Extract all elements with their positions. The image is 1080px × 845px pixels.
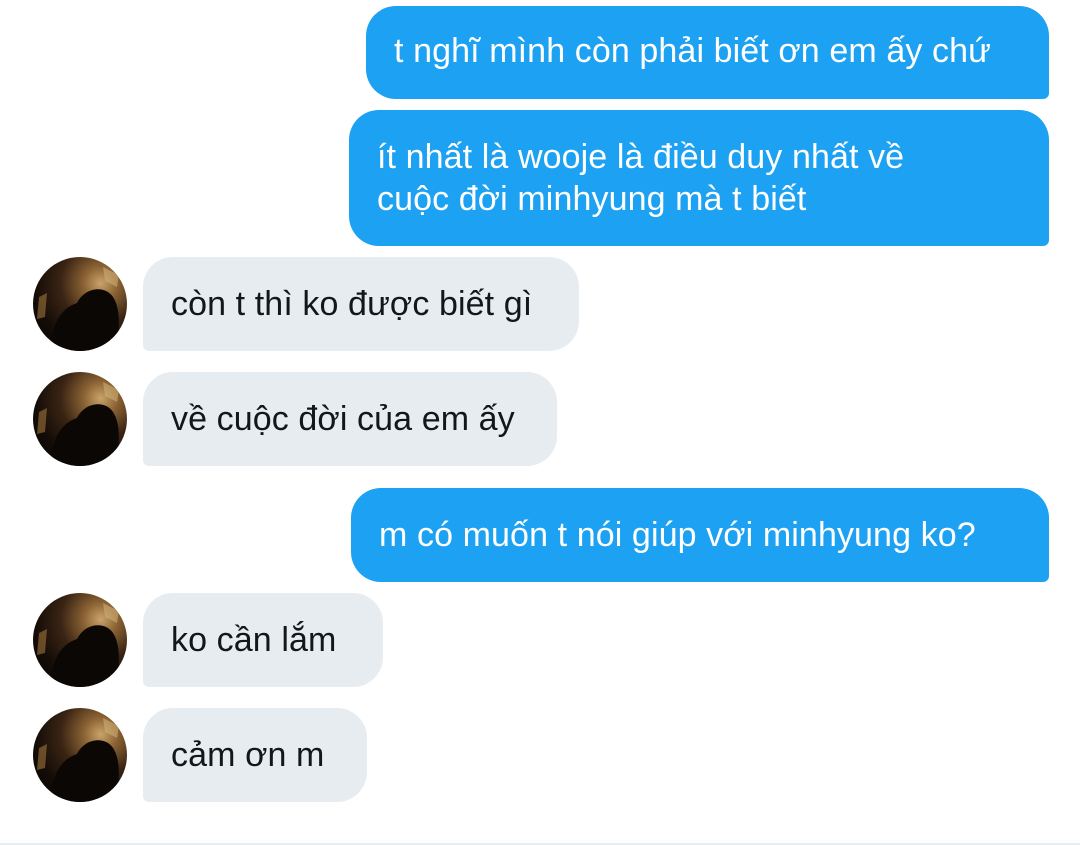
- sender-avatar[interactable]: [33, 372, 127, 466]
- message-text: t nghĩ mình còn phải biết ơn em ấy chứ: [394, 32, 991, 70]
- message-text-line: cuộc đời minhyung mà t biết: [377, 180, 807, 218]
- avatar-photo-icon: [37, 382, 119, 466]
- message-thread: t nghĩ mình còn phải biết ơn em ấy chứ í…: [0, 0, 1080, 845]
- sent-message-bubble[interactable]: m có muốn t nói giúp với minhyung ko?: [351, 488, 1049, 582]
- message-text: còn t thì ko được biết gì: [171, 285, 533, 323]
- message-text: ko cần lắm: [171, 621, 337, 659]
- avatar-photo-icon: [37, 603, 119, 687]
- message-text: m có muốn t nói giúp với minhyung ko?: [379, 516, 976, 554]
- received-message-bubble[interactable]: còn t thì ko được biết gì: [143, 257, 579, 351]
- message-text-line: ít nhất là wooje là điều duy nhất về: [377, 138, 905, 176]
- avatar-photo-icon: [37, 267, 119, 351]
- sent-message-bubble[interactable]: ít nhất là wooje là điều duy nhất về cuộ…: [349, 110, 1049, 246]
- message-text: cảm ơn m: [171, 736, 325, 774]
- sender-avatar[interactable]: [33, 708, 127, 802]
- sent-message-bubble[interactable]: t nghĩ mình còn phải biết ơn em ấy chứ: [366, 6, 1049, 99]
- sender-avatar[interactable]: [33, 257, 127, 351]
- received-message-bubble[interactable]: về cuộc đời của em ấy: [143, 372, 557, 466]
- message-text: về cuộc đời của em ấy: [171, 400, 515, 438]
- received-message-bubble[interactable]: cảm ơn m: [143, 708, 367, 802]
- received-message-bubble[interactable]: ko cần lắm: [143, 593, 383, 687]
- avatar-photo-icon: [37, 718, 119, 802]
- sender-avatar[interactable]: [33, 593, 127, 687]
